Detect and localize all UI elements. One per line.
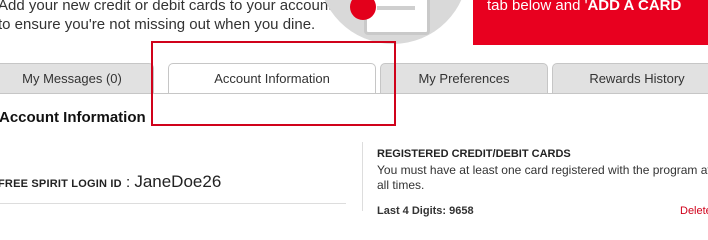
login-id-row: FREE SPIRIT LOGIN ID : JaneDoe26: [0, 172, 221, 192]
card-last4: Last 4 Digits: 9658: [377, 205, 474, 217]
tab-bar-rule: [0, 93, 708, 94]
delete-card-link[interactable]: Delete: [680, 205, 708, 217]
promo-text: tab below and ': [487, 0, 588, 14]
add-card-emphasis: ADD A CARD: [587, 0, 682, 14]
tab-my-messages[interactable]: My Messages (0): [0, 63, 154, 93]
tab-my-preferences[interactable]: My Preferences: [380, 63, 548, 93]
banner-message: Add your new credit or debit cards to yo…: [0, 0, 333, 33]
login-id-value: JaneDoe26: [134, 172, 222, 191]
registered-cards-title: REGISTERED CREDIT/DEBIT CARDS: [377, 148, 571, 160]
promo-banner: Add your new credit or debit cards to yo…: [0, 0, 708, 45]
login-id-label: FREE SPIRIT LOGIN ID: [0, 178, 122, 190]
login-id-separator: :: [121, 174, 135, 191]
registered-cards-description: You must have at least one card register…: [377, 163, 708, 192]
tab-bar: My Messages (0) Account Information My P…: [0, 63, 708, 94]
tab-account-information[interactable]: Account Information: [168, 63, 376, 94]
promo-callout: tab below and 'ADD A CARD: [473, 0, 708, 45]
card-graphic: [318, 0, 468, 44]
column-divider: [362, 142, 363, 211]
section-title: Account Information: [0, 109, 146, 126]
tab-rewards-history[interactable]: Rewards History: [552, 63, 708, 93]
divider: [0, 203, 346, 204]
